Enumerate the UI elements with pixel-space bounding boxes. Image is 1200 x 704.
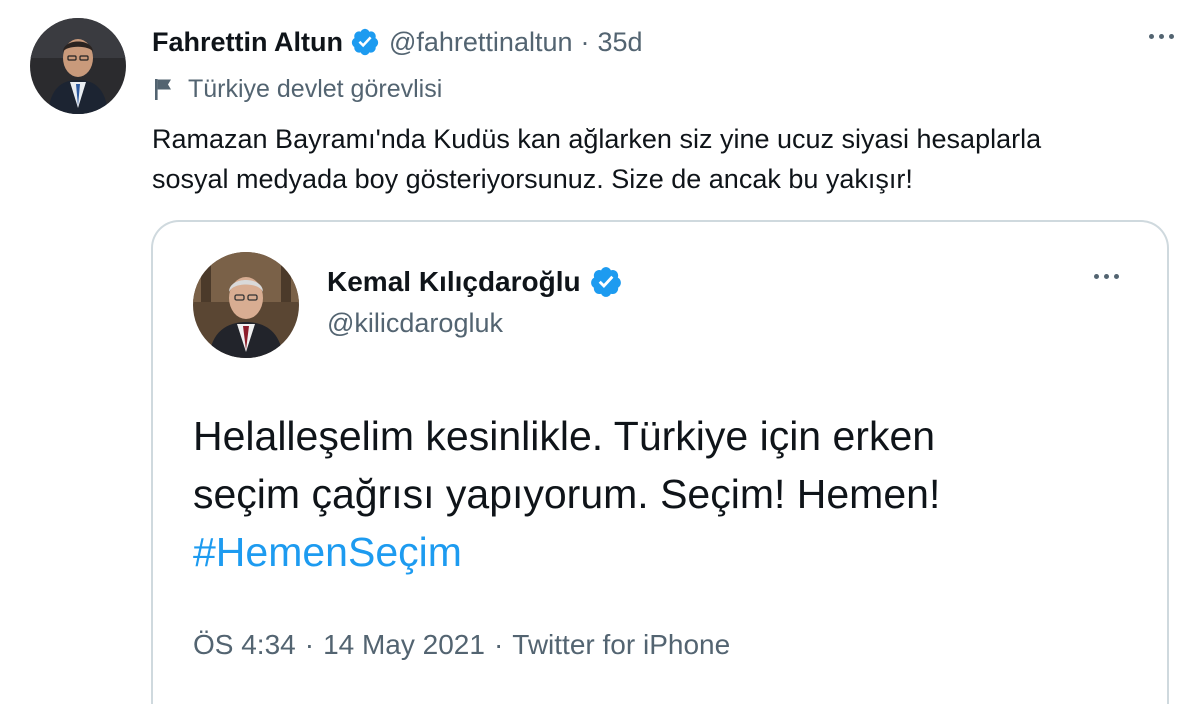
quoted-tweet-text: Helalleşelim kesinlikle. Türkiye için er… [193, 407, 1153, 581]
quoted-tweet-card[interactable]: Kemal Kılıçdaroğlu @kilicdarogluk Helall… [151, 220, 1169, 704]
quoted-text-line: Helalleşelim kesinlikle. Türkiye için er… [193, 413, 936, 459]
separator-dot: · [580, 26, 590, 57]
quoted-author-avatar[interactable] [193, 252, 299, 358]
label-text: Türkiye devlet görevlisi [188, 74, 443, 103]
separator-dot: · [493, 629, 504, 660]
more-dot [1104, 274, 1109, 279]
quoted-more-options-button[interactable] [1088, 268, 1125, 285]
hashtag-link[interactable]: #HemenSeçim [193, 523, 1153, 581]
more-options-button[interactable] [1143, 28, 1180, 45]
flag-icon [153, 77, 175, 101]
quoted-tweet-meta: ÖS 4:34 · 14 May 2021 · Twitter for iPhone [193, 629, 730, 661]
separator-dot: · [304, 629, 315, 660]
quoted-tweet-date[interactable]: 14 May 2021 [323, 629, 485, 660]
quoted-tweet-header: Kemal Kılıçdaroğlu [327, 262, 623, 302]
more-dot [1169, 34, 1174, 39]
quoted-author-handle[interactable]: @kilicdarogluk [327, 308, 503, 339]
more-dot [1159, 34, 1164, 39]
tweet-header: Fahrettin Altun @fahrettinaltun · 35d [152, 24, 643, 60]
verified-badge-icon [589, 265, 623, 299]
author-name[interactable]: Fahrettin Altun [152, 27, 343, 58]
author-avatar[interactable] [30, 18, 126, 114]
tweet-source-link[interactable]: Twitter for iPhone [512, 629, 730, 660]
quoted-text-line: seçim çağrısı yapıyorum. Seçim! Hemen! [193, 471, 941, 517]
tweet-text: Ramazan Bayramı'nda Kudüs kan ağlarken s… [152, 124, 1042, 194]
government-label[interactable]: Türkiye devlet görevlisi [153, 74, 442, 104]
quoted-tweet-time[interactable]: ÖS 4:34 [193, 629, 296, 660]
more-dot [1094, 274, 1099, 279]
verified-badge-icon [350, 27, 380, 57]
more-dot [1149, 34, 1154, 39]
author-handle[interactable]: @fahrettinaltun [389, 27, 573, 58]
more-dot [1114, 274, 1119, 279]
quoted-author-name[interactable]: Kemal Kılıçdaroğlu [327, 266, 581, 298]
tweet-time[interactable]: 35d [598, 27, 643, 58]
